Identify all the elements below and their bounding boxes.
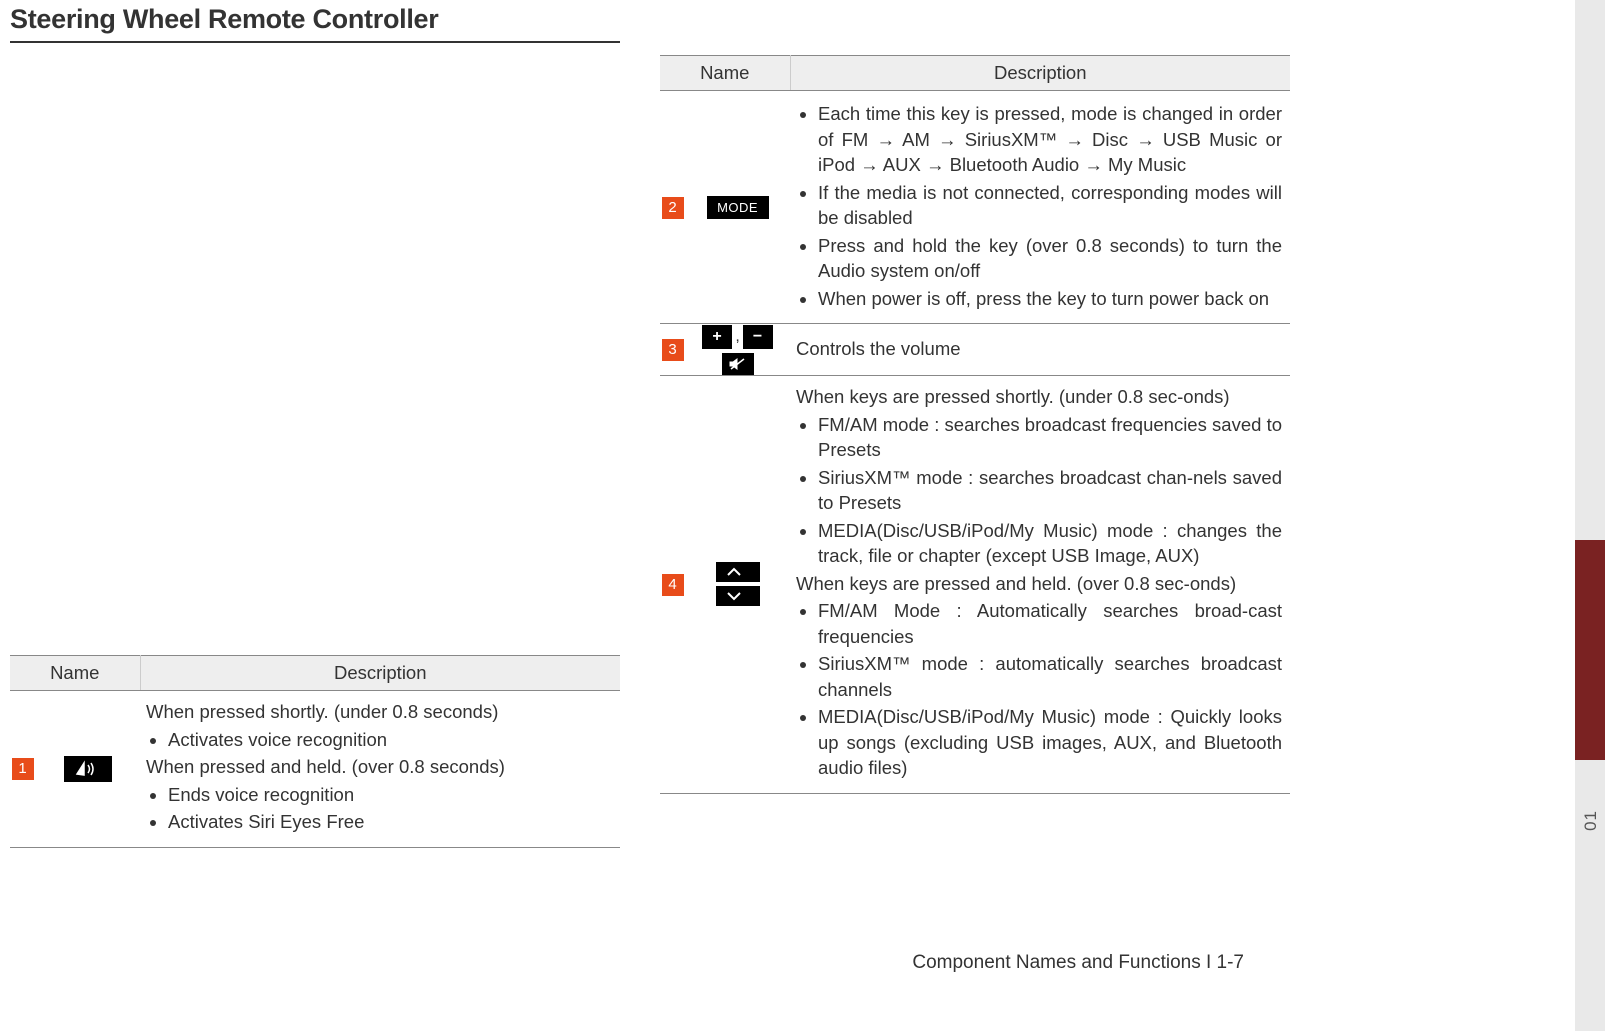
row1-bullet: Activates Siri Eyes Free (168, 809, 612, 835)
chevron-up-icon (716, 562, 760, 582)
row2-bullet: Press and hold the key (over 0.8 seconds… (818, 233, 1282, 284)
col-header-name: Name (660, 56, 790, 91)
row-number-badge-1: 1 (12, 758, 34, 780)
page-content: Steering Wheel Remote Controller Name De… (10, 0, 1290, 1000)
col-header-name: Name (10, 656, 140, 691)
row1-bullet: Ends voice recognition (168, 782, 612, 808)
table-row: 3 + , − (660, 324, 1290, 376)
row4-bullet: FM/AM Mode : Automatically searches broa… (818, 598, 1282, 649)
col-header-description: Description (790, 56, 1290, 91)
page-title: Steering Wheel Remote Controller (10, 4, 620, 43)
voice-icon (64, 756, 112, 782)
row-number-badge-2: 2 (662, 197, 684, 219)
row4-bullet: SiriusXM™ mode : searches broadcast chan… (818, 465, 1282, 516)
row4-bullet: FM/AM mode : searches broadcast frequenc… (818, 412, 1282, 463)
right-column: Name Description 2 MODE (660, 55, 1290, 848)
row2-bullet: If the media is not connected, correspon… (818, 180, 1282, 231)
row-number-badge-3: 3 (662, 339, 684, 361)
col-header-description: Description (140, 656, 620, 691)
row4-bullet: SiriusXM™ mode : automatically searches … (818, 651, 1282, 702)
minus-icon: − (743, 325, 773, 349)
row2-description: Each time this key is pressed, mode is c… (790, 91, 1290, 324)
row1-intro-short: When pressed shortly. (under 0.8 seconds… (146, 699, 612, 725)
separator-comma: , (735, 328, 739, 346)
row2-bullet: Each time this key is pressed, mode is c… (818, 101, 1282, 178)
controls-table-left: Name Description 1 (10, 655, 620, 848)
chevron-down-icon (716, 586, 760, 606)
steering-wheel-graphic-placeholder (10, 55, 620, 655)
side-tab-inactive-top (1575, 0, 1605, 540)
row2-bullet: When power is off, press the key to turn… (818, 286, 1282, 312)
left-column: Name Description 1 (10, 55, 620, 848)
row4-bullet: MEDIA(Disc/USB/iPod/My Music) mode : Qui… (818, 704, 1282, 781)
row1-bullet: Activates voice recognition (168, 727, 612, 753)
mode-icon: MODE (707, 196, 769, 219)
side-tab-active (1575, 540, 1605, 760)
page-footer: Component Names and Functions I 1-7 (912, 952, 1244, 974)
controls-table-right: Name Description 2 MODE (660, 55, 1290, 794)
table-row: 2 MODE Each time this key is pressed, mo… (660, 91, 1290, 324)
row1-description: When pressed shortly. (under 0.8 seconds… (140, 691, 620, 848)
row-number-badge-4: 4 (662, 574, 684, 596)
mute-icon (722, 353, 754, 375)
side-tab-inactive-bottom (1575, 760, 1605, 1031)
side-tab-label: 01 (1581, 810, 1601, 831)
table-row: 1 When pressed shortly. (under 0.8 secon… (10, 691, 620, 848)
plus-icon: + (702, 325, 732, 349)
table-row: 4 (660, 376, 1290, 794)
row3-description: Controls the volume (790, 324, 1290, 376)
row4-description: When keys are pressed shortly. (under 0.… (790, 376, 1290, 794)
row1-intro-long: When pressed and held. (over 0.8 seconds… (146, 754, 612, 780)
row4-intro-short: When keys are pressed shortly. (under 0.… (796, 384, 1282, 410)
row4-intro-long: When keys are pressed and held. (over 0.… (796, 571, 1282, 597)
row4-bullet: MEDIA(Disc/USB/iPod/My Music) mode : cha… (818, 518, 1282, 569)
